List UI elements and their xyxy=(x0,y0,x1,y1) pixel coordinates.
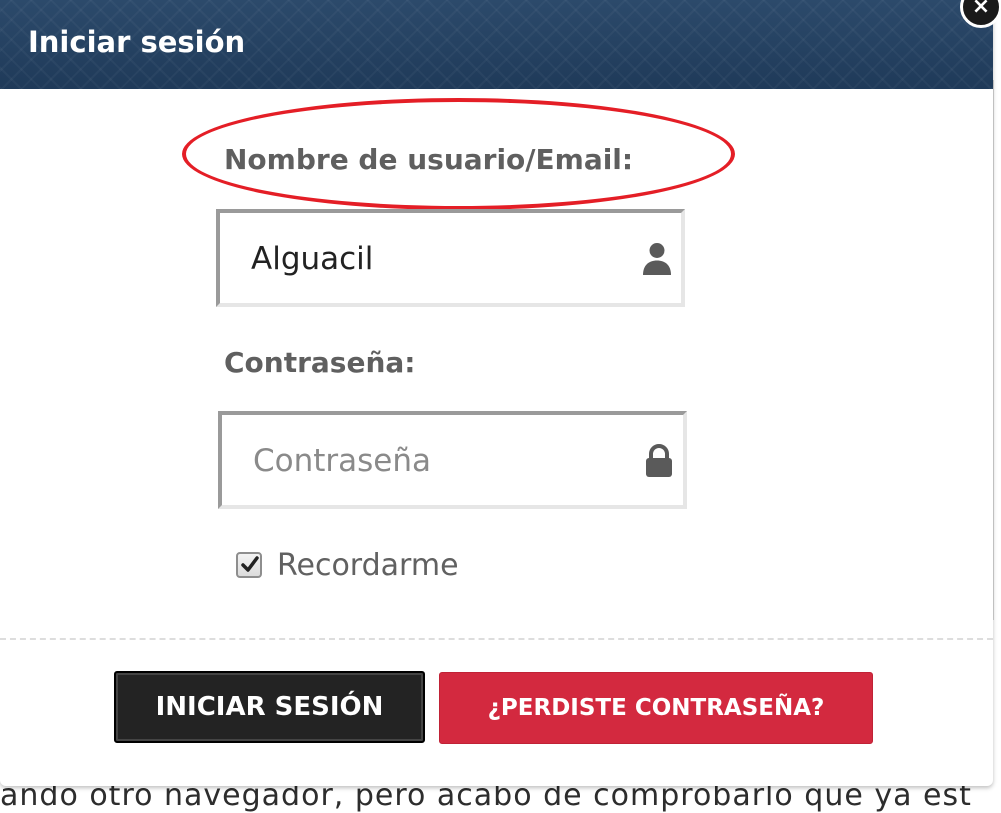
modal-header: Iniciar sesión xyxy=(0,0,993,89)
password-field[interactable]: Contraseña xyxy=(218,411,687,509)
login-button[interactable]: INICIAR SESIÓN xyxy=(114,671,425,743)
password-label: Contraseña: xyxy=(224,346,416,379)
remember-label: Recordarme xyxy=(277,548,459,583)
username-field[interactable]: Alguacil xyxy=(216,209,685,307)
username-label: Nombre de usuario/Email: xyxy=(224,143,634,176)
background-page-edge xyxy=(993,40,1001,794)
modal-title: Iniciar sesión xyxy=(28,25,246,59)
user-icon xyxy=(641,241,673,277)
lock-icon xyxy=(643,443,675,479)
username-value: Alguacil xyxy=(251,241,374,277)
checkmark-icon xyxy=(241,556,259,572)
lost-password-button[interactable]: ¿PERDISTE CONTRASEÑA? xyxy=(439,672,873,744)
remember-checkbox[interactable] xyxy=(236,552,262,578)
footer-divider xyxy=(0,638,993,640)
login-modal: Iniciar sesión Nombre de usuario/Email: … xyxy=(0,0,993,786)
background-divider xyxy=(993,80,1001,620)
password-placeholder: Contraseña xyxy=(253,443,432,479)
